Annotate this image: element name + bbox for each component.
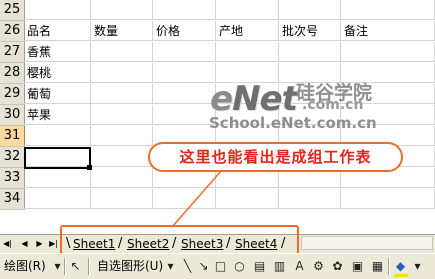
grid-cell[interactable] [24, 126, 91, 146]
table-row: 25 [0, 0, 435, 21]
grid-cell[interactable] [153, 105, 216, 125]
horizontal-scrollbar[interactable] [301, 236, 433, 250]
grid-cell[interactable] [279, 0, 341, 20]
fill-color-icon[interactable]: ◆ [393, 259, 408, 274]
chevron-down-icon[interactable]: ▾ [410, 259, 425, 274]
grid-cell[interactable] [153, 84, 216, 104]
rectangle-tool-icon[interactable]: □ [213, 259, 228, 274]
grid-cell[interactable] [91, 42, 153, 62]
grid-cell[interactable] [153, 63, 216, 83]
row-header[interactable]: 32 [0, 147, 25, 168]
watermark-url-short: .com.cn [302, 97, 364, 113]
grid-cell[interactable]: 樱桃 [24, 63, 91, 83]
insert-picture-icon[interactable]: ▣ [350, 259, 365, 274]
grid-cell[interactable] [216, 189, 279, 209]
insert-picture-file-icon[interactable]: ▦ [370, 259, 385, 274]
annotation-callout: 这里也能看出是成组工作表 [148, 142, 403, 172]
grid-cell[interactable] [91, 189, 153, 209]
row-header[interactable]: 27 [0, 42, 25, 63]
fill-color-swatch [394, 274, 408, 277]
tab-highlight-box [60, 225, 299, 255]
grid-cell[interactable] [91, 126, 153, 146]
vertical-textbox-icon[interactable]: ▥ [272, 259, 287, 274]
grid-cell[interactable] [91, 0, 153, 20]
clipart-icon[interactable]: ✿ [330, 259, 345, 274]
next-sheet-button[interactable]: ▶ [34, 238, 45, 250]
toolbar-separator [88, 258, 90, 275]
grid-cell[interactable] [216, 42, 279, 62]
grid-cell[interactable] [216, 0, 279, 20]
row-header[interactable]: 26 [0, 21, 25, 42]
grid-cell[interactable] [91, 84, 153, 104]
prev-sheet-button[interactable]: ◀ [19, 238, 30, 250]
oval-tool-icon[interactable]: ○ [232, 259, 247, 274]
grid-cell[interactable] [153, 0, 216, 20]
grid-cell[interactable]: 价格 [153, 21, 216, 41]
table-row: 27 香蕉 [0, 42, 435, 63]
grid-cell[interactable]: 葡萄 [24, 84, 91, 104]
grid-cell[interactable] [91, 147, 153, 167]
grid-cell[interactable] [279, 189, 341, 209]
grid-cell[interactable] [24, 189, 91, 209]
toolbar-separator [388, 258, 390, 275]
row-header[interactable]: 31 [0, 126, 25, 147]
row-header[interactable]: 25 [0, 0, 25, 21]
enet-logo-watermark: eNet [210, 79, 298, 119]
wordart-icon[interactable]: A [292, 259, 307, 274]
chevron-down-icon[interactable]: ▾ [50, 259, 65, 274]
draw-menu-button[interactable]: 绘图(R) [4, 258, 46, 275]
table-row: 34 [0, 189, 435, 210]
grid-cell[interactable] [341, 0, 435, 20]
diagram-icon[interactable]: ⚙ [311, 259, 326, 274]
grid-cell[interactable] [91, 105, 153, 125]
fill-handle[interactable] [87, 165, 92, 170]
textbox-tool-icon[interactable]: ▤ [252, 259, 267, 274]
grid-cell[interactable]: 苹果 [24, 105, 91, 125]
drawing-toolbar: 绘图(R) ▾ ↖ 自选图形(U) ▾ ╲ ↘ □ ○ ▤ ▥ A ⚙ ✿ ▣ … [0, 253, 435, 279]
grid-cell[interactable] [341, 189, 435, 209]
row-header[interactable]: 30 [0, 105, 25, 126]
grid-cell[interactable]: 品名 [24, 21, 91, 41]
grid-cell[interactable] [279, 42, 341, 62]
grid-cell[interactable] [91, 63, 153, 83]
grid-cell[interactable]: 批次号 [279, 21, 341, 41]
row-header[interactable]: 28 [0, 63, 25, 84]
grid-cell[interactable] [153, 42, 216, 62]
table-row: 26 品名 数量 价格 产地 批次号 备注 [0, 21, 435, 42]
grid-cell[interactable] [153, 189, 216, 209]
grid-cell[interactable] [91, 168, 153, 188]
grid-cell[interactable]: 香蕉 [24, 42, 91, 62]
grid-cell[interactable]: 备注 [341, 21, 435, 41]
select-objects-icon[interactable]: ↖ [68, 259, 83, 274]
row-header[interactable]: 34 [0, 189, 25, 210]
autoshapes-menu-button[interactable]: 自选图形(U) [97, 258, 163, 275]
toolbar-separator [64, 258, 66, 275]
grid-cell[interactable] [24, 0, 91, 20]
grid-cell[interactable] [24, 168, 91, 188]
line-tool-icon[interactable]: ╲ [180, 259, 195, 274]
chevron-down-icon[interactable]: ▾ [163, 259, 178, 274]
grid-cell[interactable]: 产地 [216, 21, 279, 41]
last-sheet-button[interactable]: ▶| [48, 238, 59, 250]
row-header[interactable]: 29 [0, 84, 25, 105]
row-header[interactable]: 33 [0, 168, 25, 189]
watermark-url-full: School.eNet.com.cn [209, 114, 377, 132]
grid-cell[interactable] [341, 42, 435, 62]
arrow-tool-icon[interactable]: ↘ [196, 259, 211, 274]
grid-cell[interactable]: 数量 [91, 21, 153, 41]
first-sheet-button[interactable]: ◀| [2, 238, 13, 250]
active-cell-border[interactable] [24, 147, 91, 169]
